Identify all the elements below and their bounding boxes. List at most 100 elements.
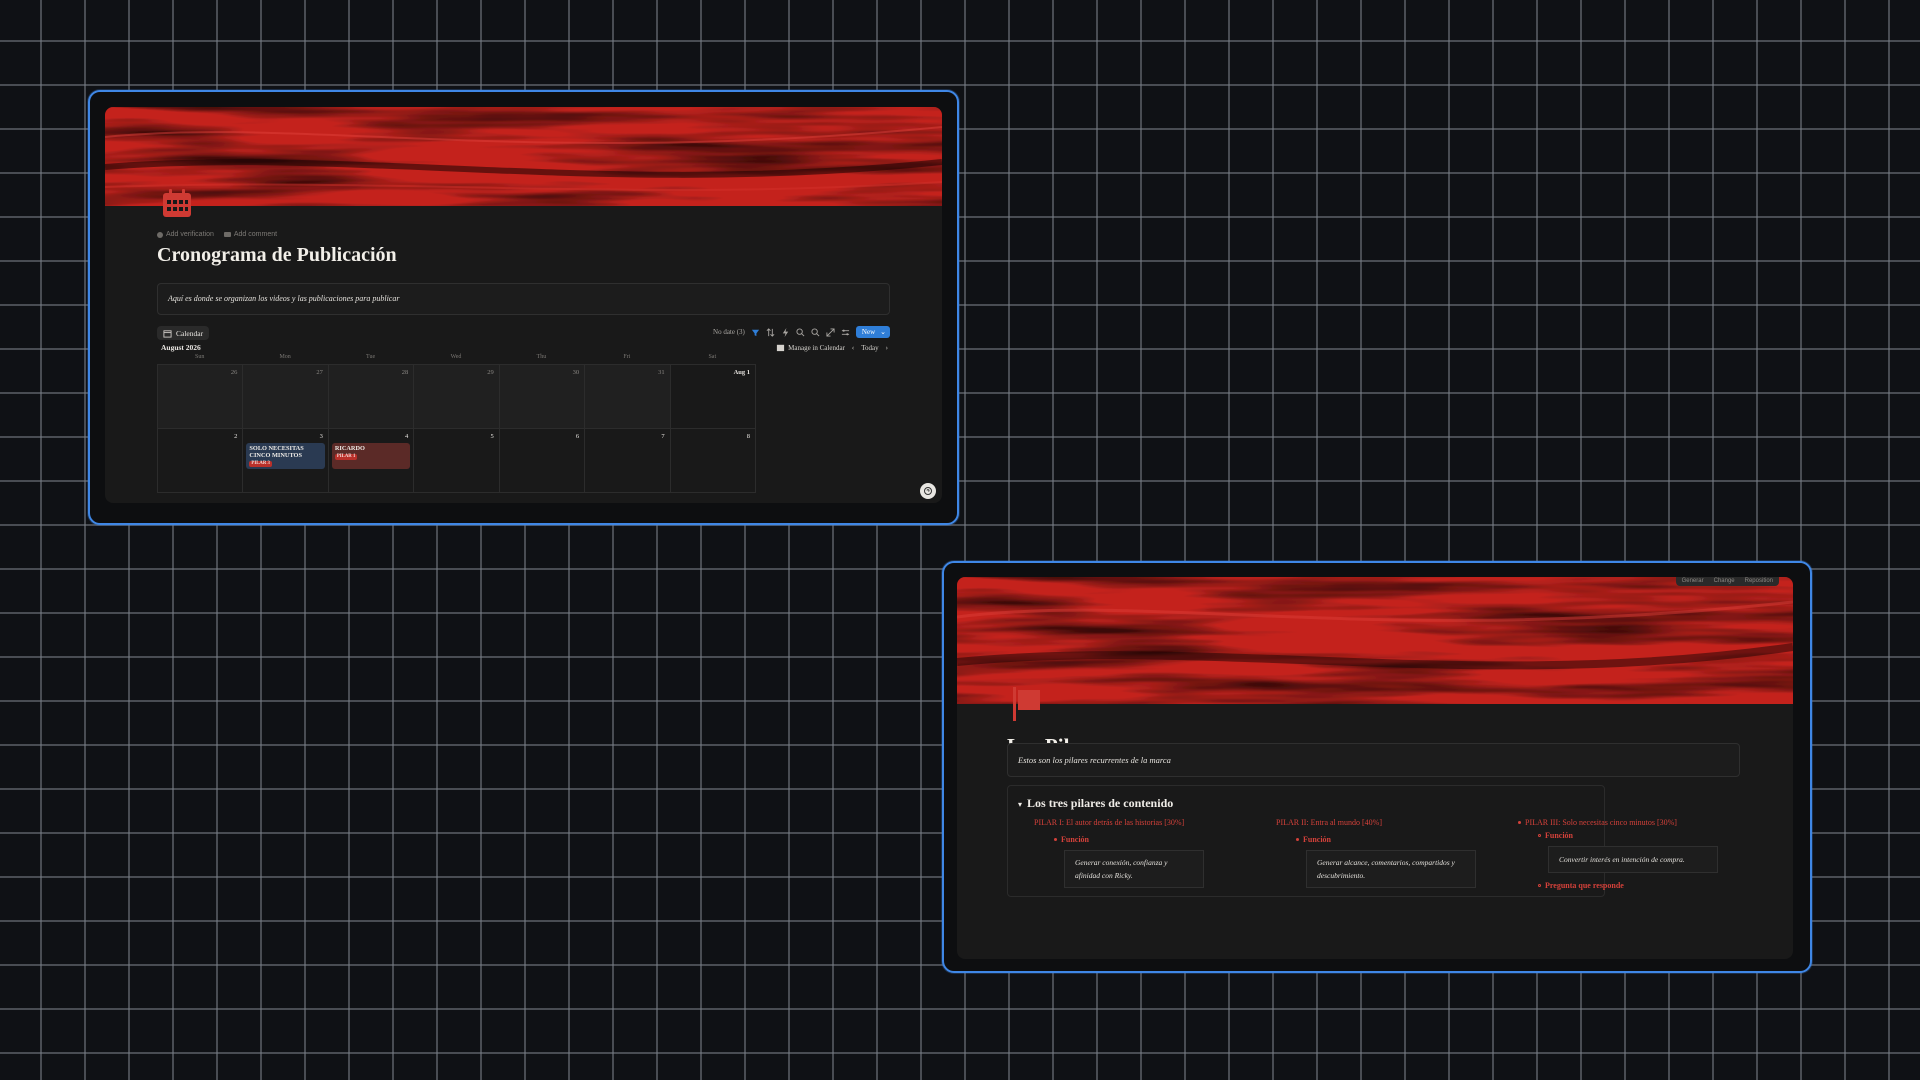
pillar-callout[interactable]: Generar conexión, confianza y afinidad c… xyxy=(1064,850,1204,888)
event-tag: PILAR 3 xyxy=(249,461,272,467)
day-number: 26 xyxy=(230,369,238,376)
assistant-icon xyxy=(924,487,932,495)
chevron-down-icon[interactable]: ⌄ xyxy=(880,328,886,336)
pillar-sub-item[interactable]: Función xyxy=(1296,835,1476,844)
calendar-event[interactable]: SOLO NECESITAS CINCO MINUTOS PILAR 3 xyxy=(246,443,325,469)
description-callout[interactable]: Aquí es donde se organizan los videos y … xyxy=(157,283,890,315)
pillar-sub-item[interactable]: Función xyxy=(1538,831,1718,840)
pillar-sub-label: Función xyxy=(1061,835,1090,844)
verification-icon xyxy=(157,231,163,238)
tab-calendar[interactable]: Calendar xyxy=(157,326,210,340)
help-button[interactable] xyxy=(920,483,936,499)
lightning-icon[interactable] xyxy=(781,327,790,337)
day-cell[interactable]: 2 xyxy=(158,429,244,493)
zoom-icon[interactable] xyxy=(796,327,805,337)
no-date-button[interactable]: No date (3) xyxy=(713,328,745,336)
pilares-window: Generar Change Reposition Los Pilares Es… xyxy=(942,561,1812,973)
day-cell[interactable]: 8 xyxy=(670,429,756,493)
day-cell[interactable]: 7 xyxy=(585,429,671,493)
day-cell[interactable]: 26 xyxy=(158,365,244,429)
sort-icon[interactable] xyxy=(766,327,775,337)
day-number: 4 xyxy=(405,433,409,440)
ring-bullet-icon xyxy=(1538,884,1541,887)
pillar-callout[interactable]: Generar alcance, comentarios, compartido… xyxy=(1306,850,1476,888)
weekday-label: Fri xyxy=(623,354,631,360)
calendar-grid: 26 27 28 29 30 31 Aug 1 2 3 SOLO NECESIT… xyxy=(157,364,756,493)
calendar-icon[interactable] xyxy=(161,188,193,223)
description-callout[interactable]: Estos son los pilares recurrentes de la … xyxy=(1007,743,1740,777)
day-number: 2 xyxy=(234,433,238,440)
day-cell[interactable]: 27 xyxy=(243,365,329,429)
page-meta: Add verification Add comment xyxy=(157,231,277,238)
pillar-callout[interactable]: Convertir interés en intención de compra… xyxy=(1548,846,1718,873)
weekday-label: Sun xyxy=(195,354,205,360)
new-button[interactable]: New ⌄ xyxy=(855,326,890,338)
weekday-label: Thu xyxy=(536,354,547,360)
page-cover[interactable] xyxy=(105,107,942,206)
day-number: 27 xyxy=(316,369,323,376)
settings-icon[interactable] xyxy=(841,328,850,337)
day-number: Aug 1 xyxy=(733,369,750,376)
pillar-sub-item[interactable]: Función xyxy=(1054,835,1204,844)
day-cell[interactable]: 29 xyxy=(414,365,500,429)
day-number: 29 xyxy=(487,369,494,376)
toggle-triangle-icon[interactable]: ▾ xyxy=(1018,799,1022,809)
day-number: 31 xyxy=(658,369,665,376)
chevron-left-icon[interactable]: ‹ xyxy=(852,344,854,352)
pillar-column: PILAR II: Entra al mundo [40%] Función G… xyxy=(1276,818,1476,888)
pillar-column: PILAR III: Solo necesitas cinco minutos … xyxy=(1518,818,1718,890)
pillars-toggle-block: ▾ Los tres pilares de contenido PILAR I:… xyxy=(1007,785,1718,897)
weekday-label: Wed xyxy=(450,354,462,360)
day-cell[interactable]: 6 xyxy=(499,429,586,493)
calendar-event[interactable]: RICARDO PILAR 1 xyxy=(331,443,411,469)
weekday-header: Sun Mon Tue Wed Thu Fri Sat xyxy=(157,354,755,360)
bullet-icon xyxy=(1296,838,1299,841)
cover-generate-button[interactable]: Generar xyxy=(1682,578,1704,584)
weekday-label: Tue xyxy=(366,354,376,360)
pillar-title[interactable]: PILAR III: Solo necesitas cinco minutos … xyxy=(1518,818,1718,827)
search-icon[interactable] xyxy=(811,327,820,337)
pillar-callout-text: Generar conexión, confianza y afinidad c… xyxy=(1075,858,1168,880)
day-cell[interactable]: 28 xyxy=(328,365,415,429)
pillar-title[interactable]: PILAR I: El autor detrás de las historia… xyxy=(1034,818,1204,827)
bullet-icon xyxy=(1518,821,1521,824)
pillar-sub-label: Función xyxy=(1545,831,1574,840)
today-button[interactable]: Today xyxy=(861,344,878,352)
event-tag: PILAR 1 xyxy=(334,454,358,460)
day-cell[interactable]: 30 xyxy=(499,365,586,429)
calendar-app-icon xyxy=(777,344,785,352)
pillar-title[interactable]: PILAR II: Entra al mundo [40%] xyxy=(1276,818,1476,827)
chevron-right-icon[interactable]: › xyxy=(886,344,888,352)
add-verification-button[interactable]: Add verification xyxy=(157,231,214,238)
comment-icon xyxy=(223,232,231,237)
expand-icon[interactable] xyxy=(826,327,835,337)
pillar-column: PILAR I: El autor detrás de las historia… xyxy=(1034,818,1204,888)
cover-actions: Generar Change Reposition xyxy=(1675,577,1779,586)
day-cell[interactable]: Aug 1 xyxy=(670,365,756,429)
flag-icon[interactable] xyxy=(1010,687,1042,726)
day-cell[interactable]: 31 xyxy=(585,365,671,429)
day-cell[interactable]: 4 RICARDO PILAR 1 xyxy=(328,429,415,493)
day-cell[interactable]: 5 xyxy=(414,429,500,493)
pillar-sub-label: Función xyxy=(1303,835,1332,844)
page-cover[interactable] xyxy=(957,577,1793,704)
calendar-view-icon xyxy=(163,329,172,338)
weekday-label: Mon xyxy=(279,354,291,360)
ring-bullet-icon xyxy=(1538,834,1541,837)
month-label: August 2026 xyxy=(161,343,201,352)
calendar-nav: Manage in Calendar ‹ Today › xyxy=(776,343,888,352)
pillar-title-text: PILAR II: Entra al mundo [40%] xyxy=(1276,818,1382,827)
pillar-sub-label: Pregunta que responde xyxy=(1545,881,1624,890)
pillar-sub-item[interactable]: Pregunta que responde xyxy=(1538,881,1718,890)
page-title[interactable]: Cronograma de Publicación xyxy=(157,244,397,267)
cover-reposition-button[interactable]: Reposition xyxy=(1745,578,1773,584)
manage-in-calendar-button[interactable]: Manage in Calendar xyxy=(776,343,845,352)
day-cell[interactable]: 3 SOLO NECESITAS CINCO MINUTOS PILAR 3 xyxy=(243,429,329,493)
day-number: 3 xyxy=(319,433,323,440)
toggle-heading[interactable]: ▾ Los tres pilares de contenido xyxy=(1018,796,1173,811)
cover-change-button[interactable]: Change xyxy=(1714,578,1735,584)
add-comment-button[interactable]: Add comment xyxy=(223,231,277,238)
pillar-callout-text: Convertir interés en intención de compra… xyxy=(1559,855,1685,864)
filter-icon[interactable] xyxy=(751,328,760,337)
event-title: SOLO NECESITAS CINCO MINUTOS xyxy=(249,445,304,459)
